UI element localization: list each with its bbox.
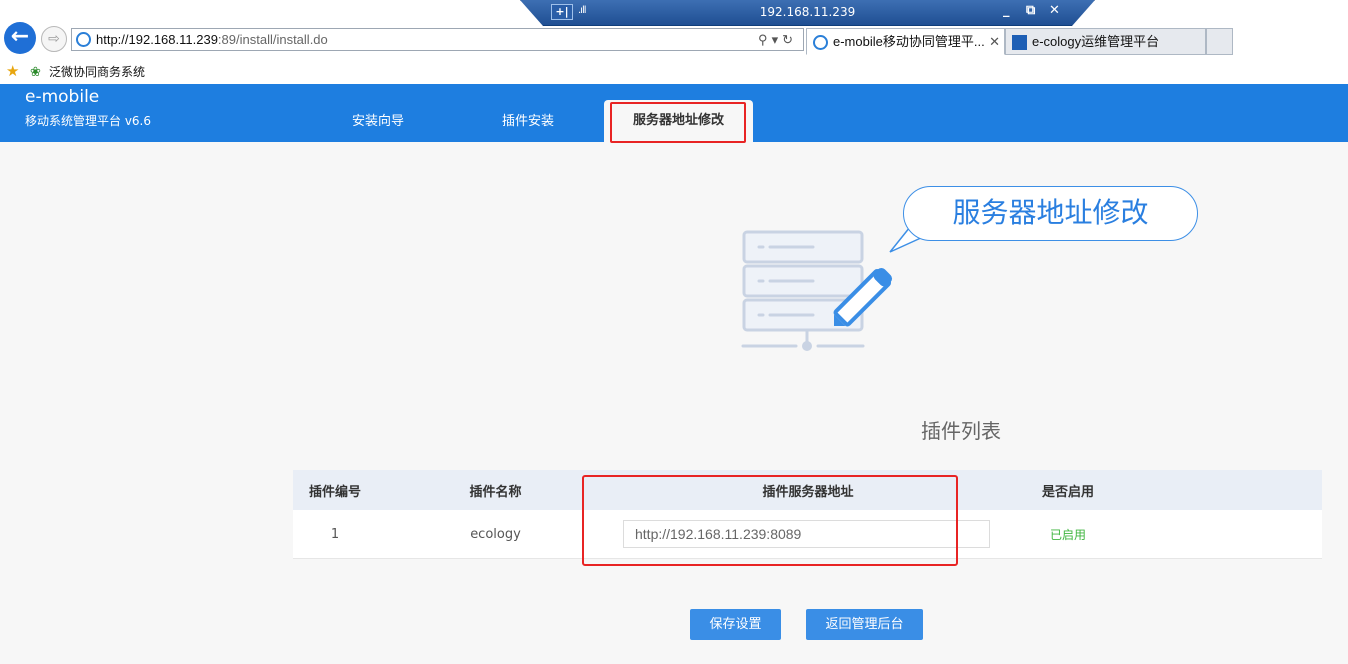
- brand-subtitle: 移动系统管理平台 v6.6: [25, 114, 152, 128]
- restore-icon[interactable]: ⧉: [1026, 3, 1035, 18]
- close-icon[interactable]: ✕: [1049, 3, 1060, 18]
- cell-name: ecology: [470, 526, 521, 542]
- browser-tab-ecology[interactable]: e-cology运维管理平台: [1005, 28, 1206, 55]
- address-bar[interactable]: http://192.168.11.239:89/install/install…: [71, 28, 804, 51]
- back-button[interactable]: ←: [4, 22, 36, 54]
- tab-install-wizard[interactable]: 安装向导: [320, 108, 436, 142]
- cell-enabled: 已启用: [993, 510, 1143, 558]
- page: ← ⇨ http://192.168.11.239:89/install/ins…: [0, 0, 1348, 664]
- save-button[interactable]: 保存设置: [690, 609, 781, 640]
- back-to-admin-button[interactable]: 返回管理后台: [806, 609, 923, 640]
- ie-icon: [76, 32, 91, 47]
- favorites-bar: ★ ❀ 泛微协同商务系统: [0, 58, 1348, 84]
- highlight-box: [610, 102, 746, 143]
- search-icon[interactable]: ⚲: [758, 32, 772, 47]
- browser-tab-emobile[interactable]: e-mobile移动协同管理平... ✕: [806, 28, 1005, 55]
- address-tools[interactable]: ⚲▾↻: [758, 29, 797, 50]
- new-tab-button[interactable]: [1206, 28, 1233, 55]
- remote-desktop-bar: +| .ıll 192.168.11.239 _ ⧉ ✕: [520, 0, 1095, 26]
- section-title: 插件列表: [921, 419, 1001, 443]
- refresh-icon[interactable]: ↻: [782, 32, 797, 47]
- ecology-icon: [1012, 35, 1027, 50]
- tab-plugin-install[interactable]: 插件安装: [470, 108, 586, 142]
- speech-bubble: 服务器地址修改: [903, 186, 1198, 241]
- weaver-icon: ❀: [30, 65, 41, 80]
- favorites-star-icon[interactable]: ★: [6, 62, 19, 80]
- tab-label: e-mobile移动协同管理平...: [833, 34, 985, 49]
- chevron-down-icon[interactable]: ▾: [772, 32, 783, 47]
- header-id: 插件编号: [308, 484, 361, 500]
- header-enabled: 是否启用: [1041, 484, 1094, 500]
- header-name: 插件名称: [469, 484, 522, 500]
- brand-title: e-mobile: [25, 87, 100, 107]
- server-edit-icon: [741, 230, 893, 351]
- tab-label: e-cology运维管理平台: [1032, 34, 1160, 49]
- address-url: http://192.168.11.239:89/install/install…: [96, 32, 328, 47]
- cell-id: 1: [330, 526, 340, 542]
- favorite-link[interactable]: ❀ 泛微协同商务系统: [30, 63, 145, 80]
- minimize-icon[interactable]: _: [1003, 3, 1010, 18]
- ie-icon: [813, 35, 828, 50]
- highlight-box: [582, 475, 958, 566]
- close-icon[interactable]: ✕: [989, 29, 1000, 54]
- enabled-status: 已启用: [1049, 527, 1086, 542]
- forward-button[interactable]: ⇨: [41, 26, 67, 52]
